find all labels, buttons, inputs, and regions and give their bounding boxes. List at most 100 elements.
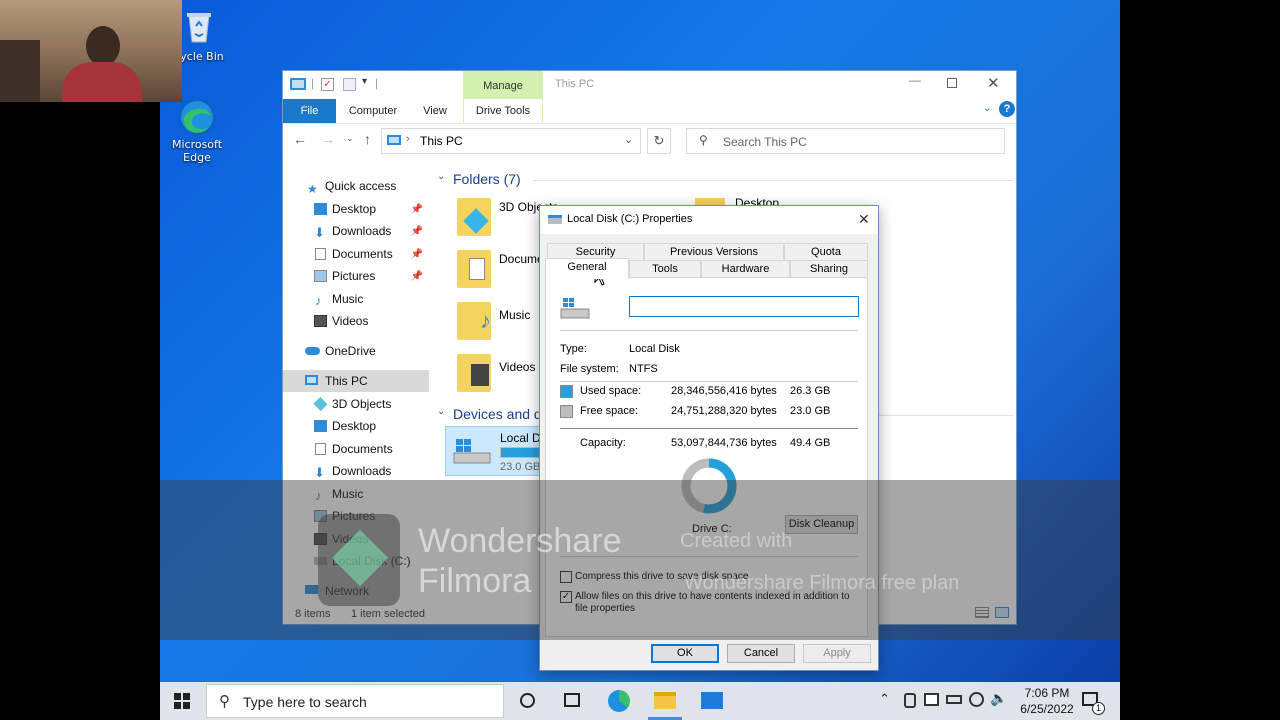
pin-icon: 📌 [410, 204, 423, 215]
ribbon-tab-file[interactable]: File [283, 99, 336, 123]
desktop-icon-edge[interactable]: Microsoft Edge [160, 98, 234, 164]
forward-button[interactable]: → [321, 131, 335, 147]
details-view-icon[interactable] [975, 607, 989, 618]
properties-qat-icon[interactable]: ✓ [321, 78, 334, 91]
nav-onedrive[interactable]: OneDrive [283, 340, 429, 362]
chevron-down-icon[interactable]: ⌄ [624, 133, 633, 146]
nav-downloads[interactable]: ⬇ Downloads 📌 [283, 220, 429, 242]
tab-quota[interactable]: Quota [784, 243, 868, 260]
nav-pictures[interactable]: Pictures 📌 [283, 265, 429, 287]
title-bar: | ✓ ▾ | Manage This PC — ✕ [283, 71, 1016, 99]
nav-pc-documents[interactable]: Documents [283, 438, 429, 460]
folder-item[interactable]: ♪ Music [453, 298, 553, 346]
show-hidden-icons-button[interactable]: ⌃ [879, 691, 890, 707]
new-folder-qat-icon[interactable] [343, 78, 356, 91]
apply-button[interactable]: Apply [803, 644, 871, 663]
ribbon-tab-view[interactable]: View [415, 99, 455, 123]
address-bar[interactable]: › This PC ⌄ [381, 128, 641, 154]
back-button[interactable]: ← [293, 131, 307, 147]
qat-dropdown-icon[interactable]: ▾ [362, 76, 367, 87]
dialog-close-button[interactable]: ✕ [858, 211, 870, 228]
nav-desktop[interactable]: Desktop 📌 [283, 198, 429, 220]
compress-label: Compress this drive to save disk space [575, 571, 749, 582]
taskbar-search-box[interactable]: ⚲ Type here to search [206, 684, 504, 718]
nav-quick-access[interactable]: ★ Quick access [283, 175, 429, 197]
address-chevron: › [406, 133, 410, 145]
drive-name-input[interactable] [629, 296, 859, 317]
ribbon-divider [283, 123, 1016, 124]
help-icon[interactable]: ? [999, 101, 1015, 117]
pin-icon: 📌 [410, 249, 423, 260]
large-icons-view-icon[interactable] [995, 607, 1009, 618]
computer-icon [305, 375, 318, 385]
ribbon-tab-computer[interactable]: Computer [341, 99, 405, 123]
ribbon-tab-label: View [423, 105, 447, 117]
search-box[interactable]: ⚲ Search This PC [686, 128, 1005, 154]
clock-time[interactable]: 7:06 PM [1018, 686, 1076, 700]
window-title: This PC [555, 78, 595, 90]
address-text: This PC [420, 134, 463, 148]
network-tray-icon[interactable] [969, 692, 984, 707]
free-space-gb: 23.0 GB [790, 405, 831, 417]
tab-tools[interactable]: Tools [629, 260, 701, 277]
folders-divider [533, 180, 1013, 181]
nav-local-disk[interactable]: Local Disk (C:) [283, 550, 429, 572]
chevron-down-icon[interactable]: ⌄ [437, 406, 445, 417]
edge-taskbar-icon[interactable] [608, 690, 630, 712]
nav-label: OneDrive [325, 344, 376, 358]
recent-locations-button[interactable]: ⌄ [346, 133, 354, 144]
index-checkbox[interactable]: ✓ [560, 591, 572, 603]
nav-this-pc[interactable]: This PC [283, 370, 429, 392]
nav-music[interactable]: ♪ Music [283, 288, 429, 310]
used-space-label: Used space: [580, 385, 642, 397]
chevron-down-icon[interactable]: ⌄ [437, 171, 445, 182]
dialog-title-bar: Local Disk (C:) Properties ✕ [540, 206, 878, 234]
task-view-button[interactable] [564, 693, 580, 707]
battery-icon[interactable] [946, 695, 962, 704]
compress-checkbox[interactable] [560, 571, 572, 583]
tab-previous-versions[interactable]: Previous Versions [644, 243, 784, 260]
tab-label: Quota [811, 246, 841, 258]
nav-pc-videos[interactable]: Videos [283, 528, 429, 550]
folder-item[interactable]: 3D Objects [453, 194, 558, 242]
search-icon: ⚲ [219, 693, 230, 710]
security-tray-icon[interactable] [924, 693, 939, 706]
meet-now-icon[interactable] [904, 693, 916, 708]
cancel-button[interactable]: Cancel [727, 644, 795, 663]
manage-contextual-tab[interactable]: Manage [463, 71, 543, 99]
type-label: Type: [560, 343, 587, 355]
expand-ribbon-icon[interactable]: ⌄ [983, 103, 991, 114]
pictures-icon [314, 270, 327, 282]
tab-sharing[interactable]: Sharing [790, 260, 868, 277]
nav-pc-pictures[interactable]: Pictures [283, 505, 429, 527]
nav-3d-objects[interactable]: 3D Objects [283, 393, 429, 415]
download-icon: ⬇ [314, 465, 325, 480]
start-button[interactable] [174, 693, 190, 709]
nav-pc-desktop[interactable]: Desktop [283, 415, 429, 437]
ribbon-tab-drive-tools[interactable]: Drive Tools [463, 99, 543, 123]
folders-header[interactable]: Folders (7) [453, 171, 521, 187]
maximize-button[interactable] [947, 78, 957, 88]
file-explorer-taskbar-icon[interactable] [654, 692, 676, 709]
minimize-button[interactable]: — [905, 73, 925, 87]
mail-taskbar-icon[interactable] [701, 692, 723, 709]
disk-cleanup-button[interactable]: Disk Cleanup [785, 515, 858, 534]
folder-item[interactable]: Documents [453, 246, 560, 294]
nav-pc-downloads[interactable]: ⬇ Downloads [283, 460, 429, 482]
tab-general[interactable]: General [545, 258, 629, 279]
nav-videos[interactable]: Videos [283, 310, 429, 332]
volume-icon[interactable]: 🔈 [990, 690, 1007, 707]
nav-documents[interactable]: Documents 📌 [283, 243, 429, 265]
nav-pc-music[interactable]: ♪ Music [283, 483, 429, 505]
divider [560, 428, 858, 429]
ok-button[interactable]: OK [651, 644, 719, 663]
clock-date[interactable]: 6/25/2022 [1013, 702, 1081, 716]
up-button[interactable]: ↑ [364, 131, 371, 147]
tab-hardware[interactable]: Hardware [701, 260, 790, 277]
refresh-button[interactable]: ↻ [647, 128, 671, 154]
nav-label: Documents [332, 442, 393, 456]
close-button[interactable]: ✕ [987, 74, 1000, 92]
folder-item[interactable]: Videos [453, 350, 553, 398]
cortana-button[interactable] [520, 693, 535, 708]
nav-network[interactable]: Network [283, 580, 429, 602]
